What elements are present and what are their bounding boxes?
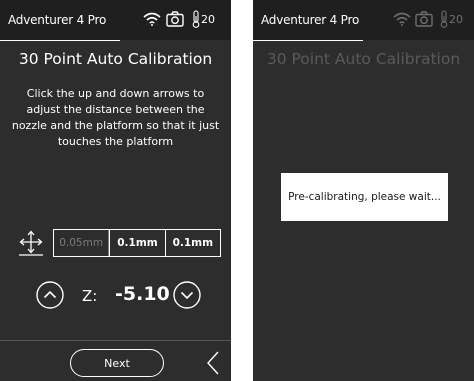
- pre-calibration-screen: Adventurer 4 Pro 20 30 Point Auto Calibr…: [253, 0, 474, 381]
- page-title: 30 Point Auto Calibration: [266, 50, 461, 68]
- calibration-screen: Adventurer 4 Pro 20 30 Point Auto Calibr…: [0, 0, 231, 381]
- progress-dialog: Pre-calibrating, please wait...: [281, 173, 448, 221]
- step-option[interactable]: 0.1mm: [109, 230, 164, 256]
- step-option[interactable]: 0.05mm: [54, 230, 110, 256]
- move-axes-icon: [19, 230, 43, 256]
- device-tab[interactable]: Adventurer 4 Pro: [253, 0, 363, 41]
- wifi-icon: [393, 12, 411, 26]
- thermometer-icon: [192, 10, 200, 28]
- page-title: 30 Point Auto Calibration: [18, 50, 213, 68]
- temperature-value: 20: [201, 13, 215, 26]
- z-label: Z:: [82, 287, 98, 305]
- next-button[interactable]: Next: [70, 349, 164, 377]
- device-tab[interactable]: Adventurer 4 Pro: [0, 0, 120, 41]
- camera-icon: [415, 11, 433, 27]
- wifi-icon: [143, 12, 161, 26]
- camera-icon: [166, 11, 184, 27]
- status-bar: Adventurer 4 Pro 20: [0, 0, 231, 41]
- divider: [0, 340, 231, 341]
- z-value: -5.10: [115, 283, 170, 305]
- thermometer-icon: [440, 10, 448, 28]
- device-name: Adventurer 4 Pro: [261, 13, 360, 27]
- temperature-value: 20: [449, 13, 463, 26]
- back-icon[interactable]: [205, 350, 221, 376]
- status-bar: Adventurer 4 Pro 20: [253, 0, 474, 41]
- step-size-selector: 0.05mm 0.1mm 0.1mm: [53, 229, 221, 257]
- arrow-down-icon[interactable]: [173, 281, 201, 309]
- device-name: Adventurer 4 Pro: [8, 13, 107, 27]
- step-option[interactable]: 0.1mm: [164, 230, 220, 256]
- arrow-up-icon[interactable]: [36, 281, 64, 309]
- instruction-text: Click the up and down arrows to adjust t…: [11, 87, 220, 148]
